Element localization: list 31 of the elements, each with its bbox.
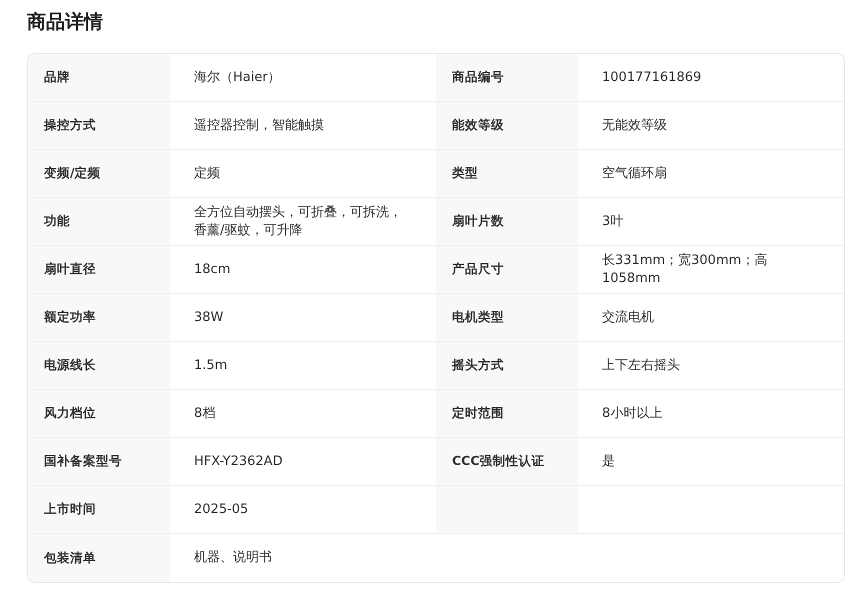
- spec-label: 扇叶片数: [436, 198, 578, 246]
- spec-label: 额定功率: [28, 294, 170, 342]
- spec-label: 电机类型: [436, 294, 578, 342]
- spec-value: 交流电机: [578, 294, 844, 342]
- spec-label: 包装清单: [28, 534, 170, 582]
- spec-label: 扇叶直径: [28, 246, 170, 294]
- spec-value: 无能效等级: [578, 102, 844, 150]
- section-title: 商品详情: [27, 10, 104, 35]
- spec-label: 国补备案型号: [28, 438, 170, 486]
- spec-label: 类型: [436, 150, 578, 198]
- spec-label: 定时范围: [436, 390, 578, 438]
- spec-label: CCC强制性认证: [436, 438, 578, 486]
- spec-value: 空气循环扇: [578, 150, 844, 198]
- spec-label: 能效等级: [436, 102, 578, 150]
- spec-label: 变频/定频: [28, 150, 170, 198]
- spec-label: 风力档位: [28, 390, 170, 438]
- spec-label: 产品尺寸: [436, 246, 578, 294]
- spec-label: 摇头方式: [436, 342, 578, 390]
- spec-label: 功能: [28, 198, 170, 246]
- spec-value: 长331mm；宽300mm；高1058mm: [578, 246, 844, 294]
- spec-value: 100177161869: [578, 54, 844, 102]
- spec-label: 品牌: [28, 54, 170, 102]
- spec-value: 机器、说明书: [193, 549, 273, 567]
- spec-label: 操控方式: [28, 102, 170, 150]
- spec-value: 是: [578, 438, 844, 486]
- spec-value: 上下左右摇头: [578, 342, 844, 390]
- spec-value: 3叶: [578, 198, 844, 246]
- spec-label: 上市时间: [28, 486, 170, 534]
- spec-value: 8小时以上: [578, 390, 844, 438]
- spec-label: 电源线长: [28, 342, 170, 390]
- spec-label: 商品编号: [436, 54, 578, 102]
